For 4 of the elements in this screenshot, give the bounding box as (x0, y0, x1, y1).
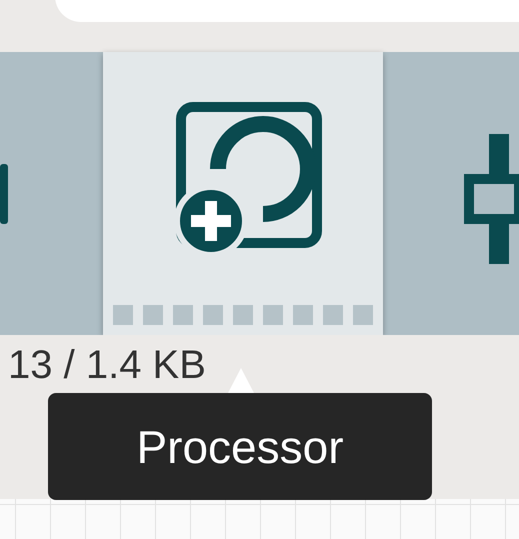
toolbar-button[interactable] (103, 52, 383, 335)
stats-text: 13 / 1.4 KB (8, 343, 206, 388)
tooltip: Processor (48, 393, 432, 500)
grip-icon (113, 305, 373, 325)
